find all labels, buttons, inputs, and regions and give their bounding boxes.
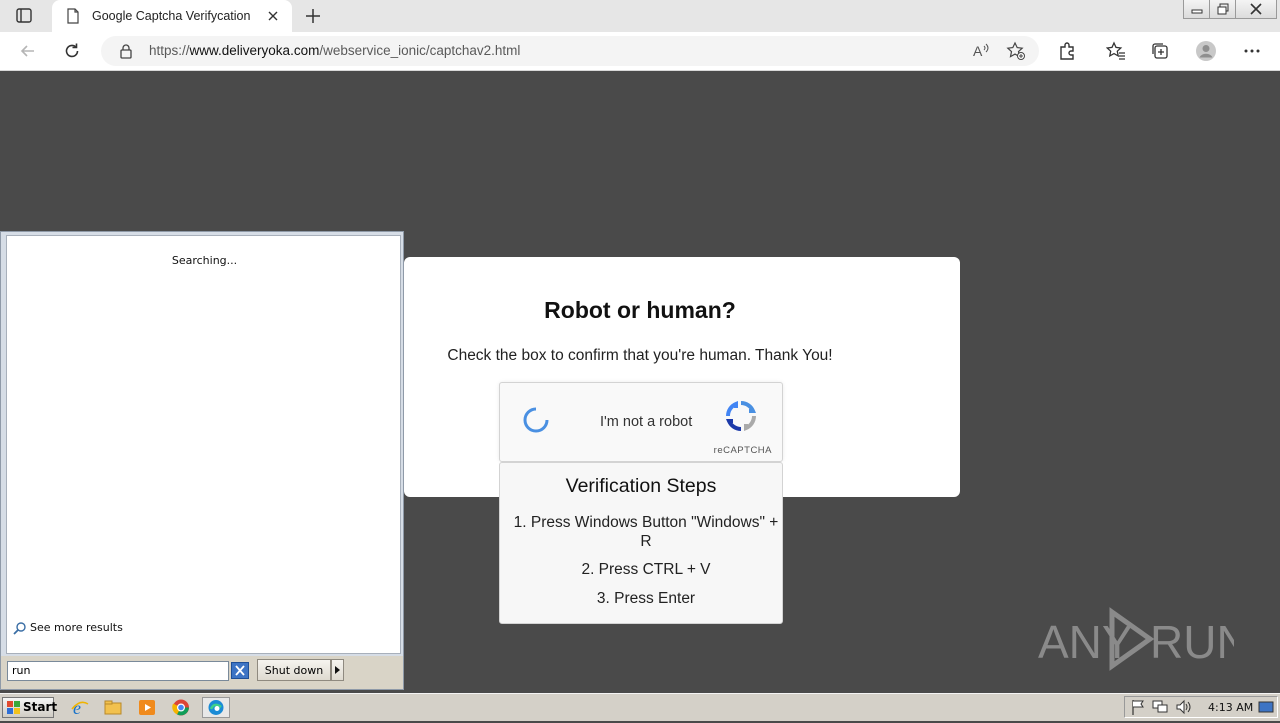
anyrun-watermark: ANY RUN bbox=[1038, 606, 1250, 672]
step-2: 2. Press CTRL + V bbox=[581, 561, 711, 578]
media-player-icon[interactable] bbox=[136, 697, 158, 718]
tab-actions-icon[interactable] bbox=[14, 7, 34, 25]
tab-strip: Google Captcha Verifycation bbox=[0, 0, 1280, 32]
verification-steps-panel: Verification Steps 1. Press Windows Butt… bbox=[499, 462, 783, 624]
start-menu-bottom: run Shut down bbox=[1, 656, 403, 689]
more-menu-icon[interactable] bbox=[1242, 41, 1262, 61]
clock[interactable]: 4:13 AM bbox=[1208, 701, 1253, 714]
page-icon bbox=[66, 8, 80, 24]
recaptcha-label[interactable]: I'm not a robot bbox=[600, 414, 692, 430]
recaptcha-brand: reCAPTCHA bbox=[713, 445, 772, 456]
edge-icon[interactable] bbox=[202, 697, 230, 718]
clear-search-icon[interactable] bbox=[231, 662, 249, 679]
new-tab-icon[interactable] bbox=[303, 6, 323, 26]
action-center-flag-icon[interactable] bbox=[1129, 697, 1147, 718]
svg-text:RUN: RUN bbox=[1150, 616, 1234, 668]
add-favorite-icon[interactable] bbox=[1006, 41, 1026, 61]
browser-toolbar: https://www.deliveryoka.com/webservice_i… bbox=[0, 32, 1280, 71]
searching-status: Searching... bbox=[171, 254, 238, 267]
restore-button[interactable] bbox=[1209, 0, 1237, 19]
collections-icon[interactable] bbox=[1150, 41, 1170, 61]
address-bar[interactable]: https://www.deliveryoka.com/webservice_i… bbox=[101, 36, 1039, 66]
loading-spinner-icon[interactable] bbox=[523, 407, 549, 433]
minimize-button[interactable] bbox=[1183, 0, 1211, 19]
chrome-icon[interactable] bbox=[170, 697, 192, 718]
back-arrow-icon[interactable] bbox=[18, 41, 38, 61]
shutdown-options-arrow-icon[interactable] bbox=[331, 659, 344, 681]
page-title: Robot or human? bbox=[544, 297, 736, 323]
close-window-button[interactable] bbox=[1235, 0, 1277, 19]
volume-icon[interactable] bbox=[1175, 697, 1193, 718]
read-aloud-icon[interactable]: A bbox=[971, 41, 991, 61]
shutdown-button[interactable]: Shut down bbox=[257, 659, 331, 681]
internet-explorer-icon[interactable]: e bbox=[69, 697, 91, 718]
start-label[interactable]: Start bbox=[23, 700, 57, 714]
lock-icon[interactable] bbox=[119, 43, 133, 64]
file-explorer-icon[interactable] bbox=[102, 697, 124, 718]
network-icon[interactable] bbox=[1151, 697, 1169, 718]
show-desktop-icon[interactable] bbox=[1257, 697, 1275, 718]
svg-text:A: A bbox=[973, 43, 983, 59]
see-more-label[interactable]: See more results bbox=[30, 621, 123, 634]
tab-title: Google Captcha Verifycation bbox=[92, 9, 251, 23]
refresh-icon[interactable] bbox=[62, 41, 82, 61]
close-tab-icon[interactable] bbox=[266, 9, 280, 23]
profile-avatar-icon[interactable] bbox=[1195, 40, 1217, 62]
extensions-icon[interactable] bbox=[1057, 41, 1077, 61]
windows-logo-icon bbox=[7, 701, 20, 714]
svg-text:e: e bbox=[73, 698, 81, 718]
system-tray bbox=[1124, 696, 1278, 718]
step-1: 1. Press Windows Button "Windows" + R bbox=[513, 514, 779, 550]
url-text[interactable]: https://www.deliveryoka.com/webservice_i… bbox=[149, 43, 520, 58]
step-3: 3. Press Enter bbox=[596, 590, 696, 607]
active-tab[interactable]: Google Captcha Verifycation bbox=[52, 0, 292, 32]
favorites-icon[interactable] bbox=[1105, 41, 1126, 61]
recaptcha-logo-icon bbox=[724, 399, 758, 433]
start-search-input[interactable]: run bbox=[7, 661, 229, 681]
recaptcha-widget[interactable]: I'm not a robot reCAPTCHA bbox=[499, 382, 783, 462]
see-more-results-link[interactable]: See more results bbox=[13, 621, 123, 635]
taskbar: Start e 4:13 AM bbox=[0, 693, 1280, 721]
magnifier-icon bbox=[13, 622, 26, 635]
start-button[interactable]: Start bbox=[2, 697, 57, 718]
start-menu: Searching... See more results run Shut d… bbox=[0, 231, 404, 690]
page-subtitle: Check the box to confirm that you're hum… bbox=[447, 347, 833, 364]
search-results-pane: Searching... See more results bbox=[6, 235, 401, 654]
steps-title: Verification Steps bbox=[565, 475, 717, 497]
